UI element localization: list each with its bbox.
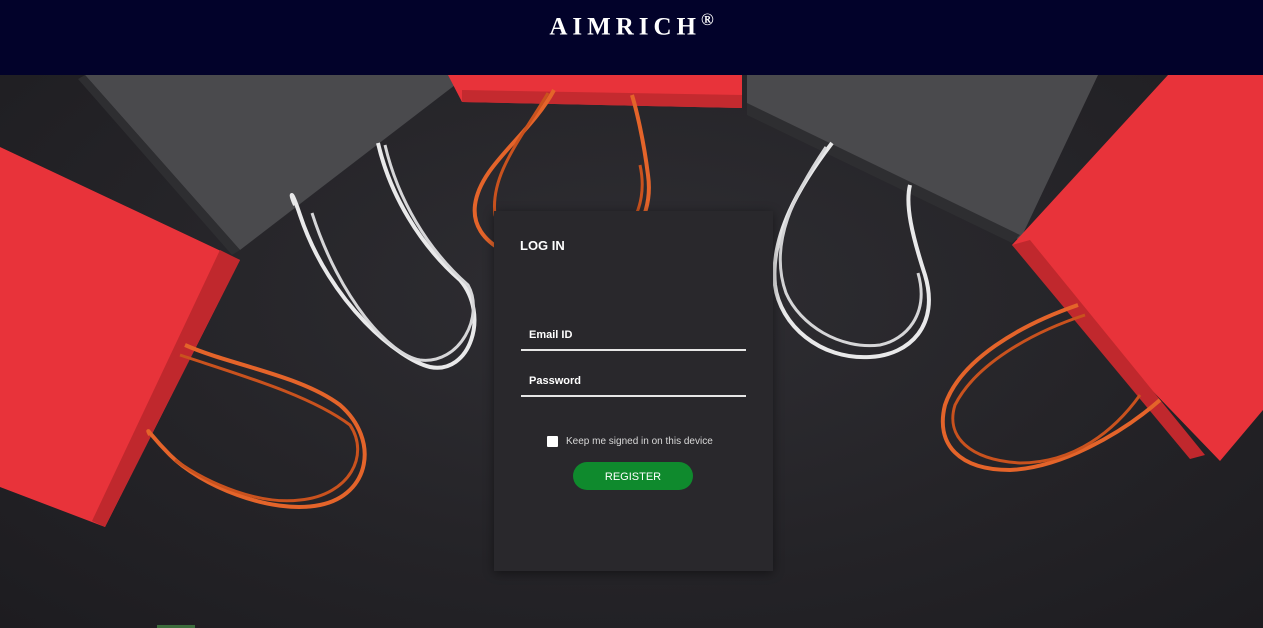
login-card: LOG IN Keep me signed in on this device … xyxy=(494,211,773,571)
registered-mark: ® xyxy=(700,10,714,29)
keep-signed-in-label: Keep me signed in on this device xyxy=(566,436,713,447)
brand-name: AIMRICH xyxy=(549,13,701,41)
keep-signed-in[interactable]: Keep me signed in on this device xyxy=(547,436,713,447)
register-button[interactable]: REGISTER xyxy=(573,462,693,490)
email-field-wrapper xyxy=(521,321,746,351)
brand-logo[interactable]: AIMRICH® xyxy=(0,10,1263,41)
top-header: AIMRICH® xyxy=(0,0,1263,75)
password-field-wrapper xyxy=(521,367,746,397)
password-input[interactable] xyxy=(521,367,746,395)
checkbox-icon[interactable] xyxy=(547,436,558,447)
login-title: LOG IN xyxy=(520,238,565,253)
email-input[interactable] xyxy=(521,321,746,349)
